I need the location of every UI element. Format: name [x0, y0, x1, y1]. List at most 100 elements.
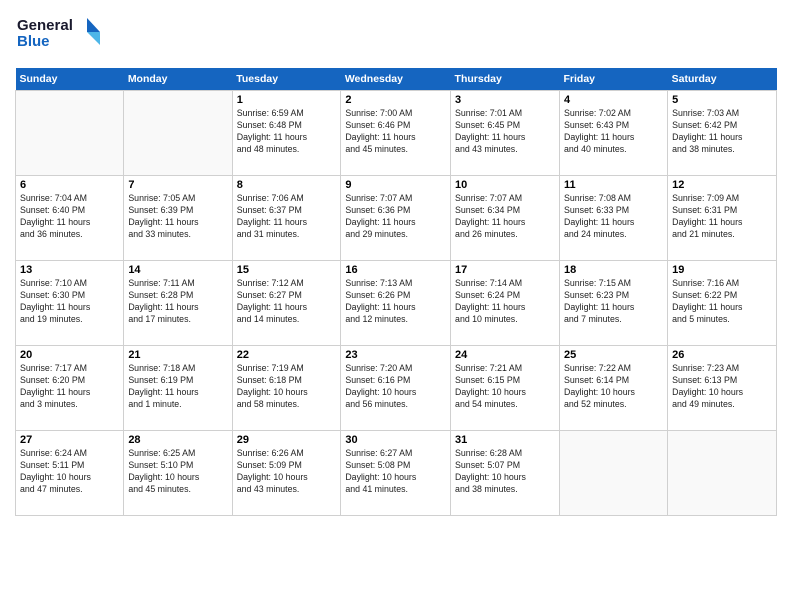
- day-info: Sunrise: 7:21 AM Sunset: 6:15 PM Dayligh…: [455, 363, 555, 411]
- day-number: 11: [564, 179, 663, 191]
- day-cell: 24 Sunrise: 7:21 AM Sunset: 6:15 PM Dayli…: [451, 346, 560, 431]
- week-row-2: 6 Sunrise: 7:04 AM Sunset: 6:40 PM Daylig…: [16, 176, 777, 261]
- day-info: Sunrise: 7:13 AM Sunset: 6:26 PM Dayligh…: [345, 278, 446, 326]
- day-info: Sunrise: 7:04 AM Sunset: 6:40 PM Dayligh…: [20, 193, 119, 241]
- day-cell: 21 Sunrise: 7:18 AM Sunset: 6:19 PM Dayli…: [124, 346, 232, 431]
- day-number: 18: [564, 264, 663, 276]
- day-cell: 26Sunrise: 7:23 AM Sunset: 6:13 PM Dayli…: [668, 346, 777, 431]
- day-cell: 20 Sunrise: 7:17 AM Sunset: 6:20 PM Dayli…: [16, 346, 124, 431]
- weekday-header-row: SundayMondayTuesdayWednesdayThursdayFrid…: [16, 68, 777, 91]
- day-number: 5: [672, 94, 772, 106]
- day-info: Sunrise: 7:08 AM Sunset: 6:33 PM Dayligh…: [564, 193, 663, 241]
- day-cell: 30Sunrise: 6:27 AM Sunset: 5:08 PM Dayli…: [341, 431, 451, 516]
- day-number: 22: [237, 349, 337, 361]
- svg-text:Blue: Blue: [17, 33, 50, 50]
- day-cell: 14 Sunrise: 7:11 AM Sunset: 6:28 PM Dayli…: [124, 261, 232, 346]
- day-number: 29: [237, 434, 337, 446]
- day-number: 6: [20, 179, 119, 191]
- day-info: Sunrise: 7:11 AM Sunset: 6:28 PM Dayligh…: [128, 278, 227, 326]
- day-number: 13: [20, 264, 119, 276]
- calendar-table: SundayMondayTuesdayWednesdayThursdayFrid…: [15, 68, 777, 516]
- day-info: Sunrise: 7:17 AM Sunset: 6:20 PM Dayligh…: [20, 363, 119, 411]
- week-row-3: 13 Sunrise: 7:10 AM Sunset: 6:30 PM Dayli…: [16, 261, 777, 346]
- day-number: 19: [672, 264, 772, 276]
- day-number: 21: [128, 349, 227, 361]
- day-info: Sunrise: 6:28 AM Sunset: 5:07 PM Dayligh…: [455, 448, 555, 496]
- day-cell: 13 Sunrise: 7:10 AM Sunset: 6:30 PM Dayli…: [16, 261, 124, 346]
- weekday-sunday: Sunday: [16, 68, 124, 91]
- day-info: Sunrise: 7:23 AM Sunset: 6:13 PM Dayligh…: [672, 363, 772, 411]
- day-cell: 4 Sunrise: 7:02 AM Sunset: 6:43 PM Daylig…: [560, 91, 668, 176]
- day-info: Sunrise: 7:22 AM Sunset: 6:14 PM Dayligh…: [564, 363, 663, 411]
- day-cell: 3Sunrise: 7:01 AM Sunset: 6:45 PM Daylig…: [451, 91, 560, 176]
- day-number: 17: [455, 264, 555, 276]
- day-number: 20: [20, 349, 119, 361]
- day-cell: 9 Sunrise: 7:07 AM Sunset: 6:36 PM Daylig…: [341, 176, 451, 261]
- day-cell: [16, 91, 124, 176]
- day-cell: 8 Sunrise: 7:06 AM Sunset: 6:37 PM Daylig…: [232, 176, 341, 261]
- day-cell: 18 Sunrise: 7:15 AM Sunset: 6:23 PM Dayli…: [560, 261, 668, 346]
- day-number: 4: [564, 94, 663, 106]
- day-cell: 28 Sunrise: 6:25 AM Sunset: 5:10 PM Dayli…: [124, 431, 232, 516]
- header: General Blue: [15, 10, 777, 60]
- day-cell: 23 Sunrise: 7:20 AM Sunset: 6:16 PM Dayli…: [341, 346, 451, 431]
- day-cell: 22Sunrise: 7:19 AM Sunset: 6:18 PM Dayli…: [232, 346, 341, 431]
- week-row-5: 27 Sunrise: 6:24 AM Sunset: 5:11 PM Dayli…: [16, 431, 777, 516]
- day-number: 8: [237, 179, 337, 191]
- day-info: Sunrise: 7:15 AM Sunset: 6:23 PM Dayligh…: [564, 278, 663, 326]
- day-cell: 1 Sunrise: 6:59 AM Sunset: 6:48 PM Daylig…: [232, 91, 341, 176]
- day-number: 3: [455, 94, 555, 106]
- day-number: 14: [128, 264, 227, 276]
- day-info: Sunrise: 6:25 AM Sunset: 5:10 PM Dayligh…: [128, 448, 227, 496]
- day-cell: 6 Sunrise: 7:04 AM Sunset: 6:40 PM Daylig…: [16, 176, 124, 261]
- day-cell: [124, 91, 232, 176]
- day-cell: 25 Sunrise: 7:22 AM Sunset: 6:14 PM Dayli…: [560, 346, 668, 431]
- day-info: Sunrise: 7:14 AM Sunset: 6:24 PM Dayligh…: [455, 278, 555, 326]
- day-info: Sunrise: 6:59 AM Sunset: 6:48 PM Dayligh…: [237, 108, 337, 156]
- day-cell: 31 Sunrise: 6:28 AM Sunset: 5:07 PM Dayli…: [451, 431, 560, 516]
- day-number: 23: [345, 349, 446, 361]
- day-info: Sunrise: 7:20 AM Sunset: 6:16 PM Dayligh…: [345, 363, 446, 411]
- weekday-friday: Friday: [560, 68, 668, 91]
- day-cell: 29 Sunrise: 6:26 AM Sunset: 5:09 PM Dayli…: [232, 431, 341, 516]
- calendar-body: 1 Sunrise: 6:59 AM Sunset: 6:48 PM Daylig…: [16, 91, 777, 516]
- day-number: 10: [455, 179, 555, 191]
- day-number: 25: [564, 349, 663, 361]
- day-info: Sunrise: 7:06 AM Sunset: 6:37 PM Dayligh…: [237, 193, 337, 241]
- day-number: 7: [128, 179, 227, 191]
- day-info: Sunrise: 7:03 AM Sunset: 6:42 PM Dayligh…: [672, 108, 772, 156]
- day-cell: 2 Sunrise: 7:00 AM Sunset: 6:46 PM Daylig…: [341, 91, 451, 176]
- day-info: Sunrise: 7:00 AM Sunset: 6:46 PM Dayligh…: [345, 108, 446, 156]
- day-cell: 19Sunrise: 7:16 AM Sunset: 6:22 PM Dayli…: [668, 261, 777, 346]
- day-cell: 12Sunrise: 7:09 AM Sunset: 6:31 PM Dayli…: [668, 176, 777, 261]
- day-info: Sunrise: 7:05 AM Sunset: 6:39 PM Dayligh…: [128, 193, 227, 241]
- week-row-1: 1 Sunrise: 6:59 AM Sunset: 6:48 PM Daylig…: [16, 91, 777, 176]
- day-info: Sunrise: 7:02 AM Sunset: 6:43 PM Dayligh…: [564, 108, 663, 156]
- day-number: 16: [345, 264, 446, 276]
- day-cell: 27 Sunrise: 6:24 AM Sunset: 5:11 PM Dayli…: [16, 431, 124, 516]
- day-info: Sunrise: 7:07 AM Sunset: 6:36 PM Dayligh…: [345, 193, 446, 241]
- weekday-thursday: Thursday: [451, 68, 560, 91]
- weekday-saturday: Saturday: [668, 68, 777, 91]
- day-number: 28: [128, 434, 227, 446]
- day-cell: 7 Sunrise: 7:05 AM Sunset: 6:39 PM Daylig…: [124, 176, 232, 261]
- day-number: 24: [455, 349, 555, 361]
- day-number: 31: [455, 434, 555, 446]
- day-info: Sunrise: 6:26 AM Sunset: 5:09 PM Dayligh…: [237, 448, 337, 496]
- day-info: Sunrise: 7:07 AM Sunset: 6:34 PM Dayligh…: [455, 193, 555, 241]
- svg-text:General: General: [17, 17, 73, 34]
- day-info: Sunrise: 7:12 AM Sunset: 6:27 PM Dayligh…: [237, 278, 337, 326]
- day-info: Sunrise: 7:18 AM Sunset: 6:19 PM Dayligh…: [128, 363, 227, 411]
- day-cell: 15Sunrise: 7:12 AM Sunset: 6:27 PM Dayli…: [232, 261, 341, 346]
- day-number: 12: [672, 179, 772, 191]
- day-number: 2: [345, 94, 446, 106]
- day-info: Sunrise: 6:24 AM Sunset: 5:11 PM Dayligh…: [20, 448, 119, 496]
- day-info: Sunrise: 7:10 AM Sunset: 6:30 PM Dayligh…: [20, 278, 119, 326]
- day-number: 1: [237, 94, 337, 106]
- day-number: 27: [20, 434, 119, 446]
- weekday-monday: Monday: [124, 68, 232, 91]
- day-cell: 16 Sunrise: 7:13 AM Sunset: 6:26 PM Dayli…: [341, 261, 451, 346]
- calendar-container: General Blue SundayMondayTuesdayWednesda…: [0, 0, 792, 524]
- day-number: 9: [345, 179, 446, 191]
- day-cell: 5 Sunrise: 7:03 AM Sunset: 6:42 PM Daylig…: [668, 91, 777, 176]
